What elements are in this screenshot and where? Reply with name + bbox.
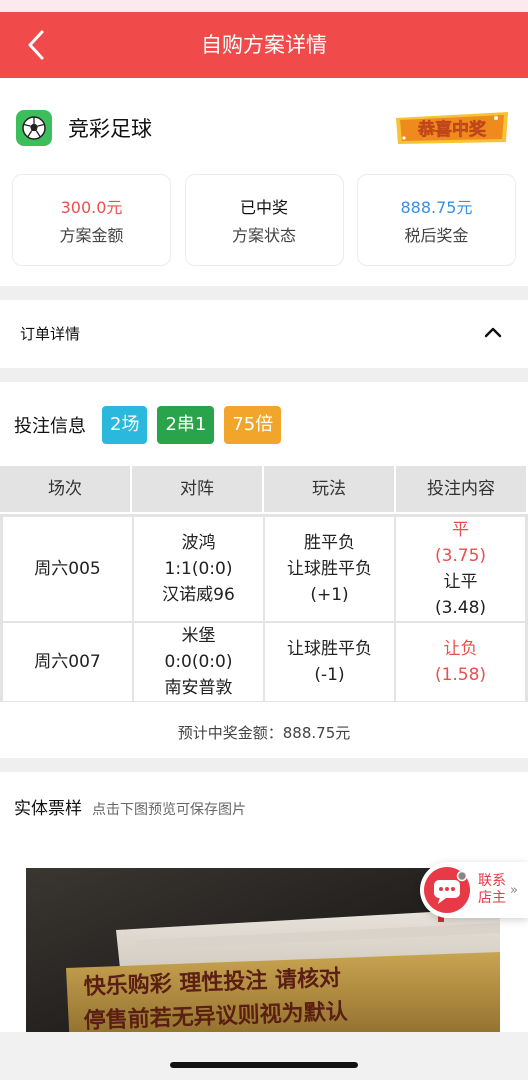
pick: 让平	[443, 572, 478, 592]
bet-info-header: 投注信息 2场 2串1 75倍	[14, 406, 291, 444]
plan-summary: 竞彩足球 恭喜中奖 300.0元 方案金额 已中奖 方案状态 888.75元 税…	[0, 78, 528, 286]
expected-prize: 预计中奖金额：888.75元	[177, 724, 351, 742]
winning-stamp: 恭喜中奖	[396, 112, 508, 144]
order-details-label: 订单详情	[20, 325, 81, 343]
ticket-header: 实体票样 点击下图预览可保存图片	[14, 794, 246, 819]
plan-amount-label: 方案金额	[59, 226, 124, 245]
match-count-tag: 2场	[102, 406, 148, 444]
matchup-cell: 波鸿 1:1(0:0) 汉诺威96	[133, 516, 264, 622]
double-chevron-right-icon: »	[510, 882, 518, 898]
plan-status-box: 已中奖 方案状态	[184, 174, 344, 266]
order-details-toggle[interactable]: 订单详情	[0, 300, 528, 368]
svg-text:恭喜中奖: 恭喜中奖	[417, 119, 487, 140]
multiplier-tag: 75倍	[224, 406, 282, 444]
table-row: 周六007 米堡 0:0(0:0) 南安普敦 让球胜平负 (-1) 让负 (1.…	[2, 622, 526, 702]
bet-info: 投注信息 2场 2串1 75倍 场次 对阵 玩法 投注内容 周六005 波鸿 1…	[0, 382, 528, 758]
page-title: 自购方案详情	[201, 33, 327, 57]
match-score: 1:1(0:0)	[164, 559, 233, 579]
after-tax-prize-box: 888.75元 税后奖金	[357, 174, 516, 266]
winning-odds: (3.75)	[434, 546, 487, 566]
bet-content-cell: 让负 (1.58)	[395, 622, 526, 702]
play-type: 胜平负	[304, 533, 355, 553]
away-team: 南安普敦	[164, 678, 233, 698]
home-indicator[interactable]	[170, 1062, 358, 1068]
match-number: 周六005	[34, 559, 101, 579]
match-score: 0:0(0:0)	[164, 652, 233, 672]
table-row: 周六005 波鸿 1:1(0:0) 汉诺威96 胜平负 让球胜平负 (+1) 平…	[2, 516, 526, 622]
ticket-hint: 点击下图预览可保存图片	[92, 802, 246, 818]
column-header: 玩法	[264, 466, 396, 514]
play-type-cell: 胜平负 让球胜平负 (+1)	[264, 516, 395, 622]
lottery-brand: 竞彩足球	[16, 110, 152, 146]
column-header: 对阵	[132, 466, 264, 514]
parlay-type-tag: 2串1	[157, 406, 215, 444]
app-header: 自购方案详情	[0, 12, 528, 78]
plan-amount-value: 300.0元	[60, 198, 123, 217]
play-type: 让球胜平负	[287, 559, 372, 579]
bet-content-cell: 平 (3.75) 让平 (3.48)	[395, 516, 526, 622]
soccer-ball-icon	[16, 110, 52, 146]
play-type: 让球胜平负	[287, 639, 372, 659]
contact-store-button[interactable]: 联系店主 »	[420, 862, 528, 918]
home-team: 米堡	[181, 626, 216, 646]
chevron-up-icon[interactable]	[484, 326, 502, 338]
plan-status-value: 已中奖	[239, 198, 288, 217]
after-tax-prize-value: 888.75元	[400, 198, 473, 217]
handicap: (+1)	[310, 585, 349, 605]
play-type-cell: 让球胜平负 (-1)	[264, 622, 395, 702]
winning-pick: 平	[452, 520, 469, 540]
winning-pick: 让负	[443, 639, 478, 659]
bet-info-label: 投注信息	[14, 416, 86, 437]
odds: (3.48)	[434, 598, 487, 618]
ticket-label: 实体票样	[14, 799, 82, 819]
plan-amount-box: 300.0元 方案金额	[12, 174, 171, 266]
match-number-cell: 周六007	[2, 622, 133, 702]
table-header-row: 场次 对阵 玩法 投注内容	[0, 466, 528, 514]
brand-name: 竞彩足球	[68, 117, 152, 141]
contact-store-label: 联系店主	[478, 873, 506, 906]
column-header: 场次	[0, 466, 132, 514]
table-body: 周六005 波鸿 1:1(0:0) 汉诺威96 胜平负 让球胜平负 (+1) 平…	[0, 514, 528, 702]
home-team: 波鸿	[181, 533, 216, 553]
column-header: 投注内容	[396, 466, 528, 514]
handicap: (-1)	[314, 665, 345, 685]
winning-odds: (1.58)	[434, 665, 487, 685]
match-number: 周六007	[34, 652, 101, 672]
away-team: 汉诺威96	[162, 585, 235, 605]
bottom-safe-area	[0, 1032, 528, 1080]
match-number-cell: 周六005	[2, 516, 133, 622]
bet-table: 场次 对阵 玩法 投注内容 周六005 波鸿 1:1(0:0) 汉诺威96 胜平…	[0, 466, 528, 702]
plan-stats: 300.0元 方案金额 已中奖 方案状态 888.75元 税后奖金	[12, 174, 516, 266]
chat-icon	[424, 867, 470, 913]
matchup-cell: 米堡 0:0(0:0) 南安普敦	[133, 622, 264, 702]
plan-status-label: 方案状态	[231, 226, 296, 245]
status-bar	[0, 0, 528, 12]
after-tax-prize-label: 税后奖金	[404, 226, 469, 245]
